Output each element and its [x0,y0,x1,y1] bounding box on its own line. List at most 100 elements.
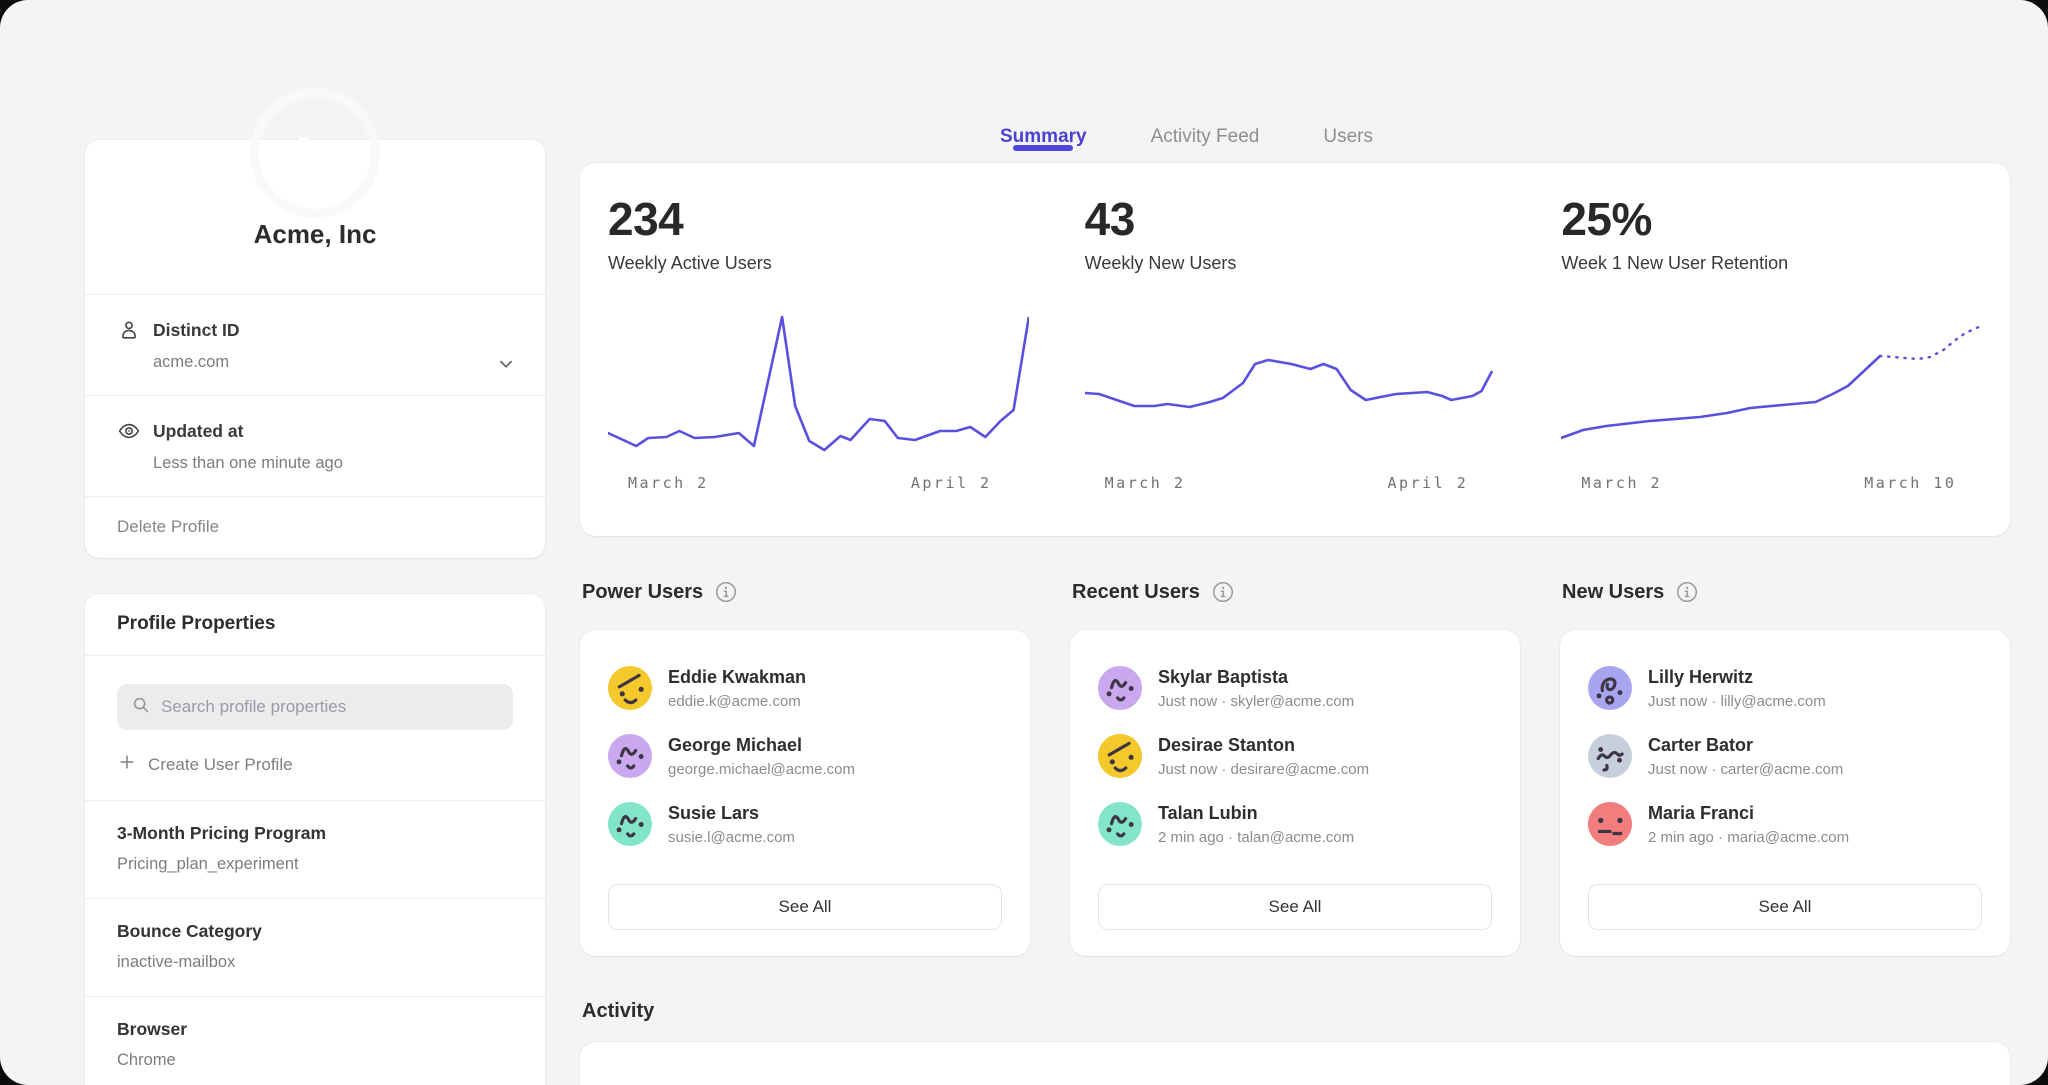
activity-stat-value: 240 [1057,1078,1534,1085]
user-name: Eddie Kwakman [668,667,806,688]
eye-icon [117,419,141,443]
user-name: Susie Lars [668,803,795,824]
user-row-carter-bator[interactable]: Carter BatorJust now · carter@acme.com [1588,730,1982,782]
create-user-profile-button[interactable]: Create User Profile [117,752,513,777]
stat-value: 43 [1085,195,1506,243]
user-name: Lilly Herwitz [1648,667,1826,688]
section-title: Recent Users [1072,581,1200,604]
active-tab-indicator [1013,145,1073,151]
sparkline-chart [1561,308,1982,458]
tab-users[interactable]: Users [1321,88,1375,163]
property-value: Chrome [117,1051,513,1070]
user-subtext: eddie.k@acme.com [668,693,806,710]
user-sections: Power Users Eddie Kwakman eddie.k@acme.com… [580,576,2010,956]
user-avatar [1588,666,1632,710]
user-row-talan-lubin[interactable]: Talan Lubin 2 min ago · talan@acme.com [1098,798,1492,850]
tab-label: Users [1323,126,1373,147]
main-content: SummaryActivity FeedUsers 234Weekly Acti… [580,88,2010,1085]
x-tick-end: April 2 [911,474,992,492]
company-avatar-initials: Ac [287,126,344,180]
user-name: George Michael [668,735,855,756]
property-name: Browser [117,1019,513,1040]
user-name: Desirae Stanton [1158,735,1369,756]
activity-card: 2342403.4k [580,1042,2010,1085]
user-row-susie-lars[interactable]: Susie Lars susie.l@acme.com [608,798,1002,850]
user-avatar [1098,734,1142,778]
property-value: inactive-mailbox [117,953,513,972]
user-row-skylar-baptista[interactable]: Skylar BaptistaJust now · skyler@acme.co… [1098,662,1492,714]
user-subtext: 2 min ago · talan@acme.com [1158,829,1354,846]
identity-label: Distinct ID [153,318,240,341]
user-subtext: george.michael@acme.com [668,761,855,778]
user-avatar [1588,734,1632,778]
see-all-button[interactable]: See All [1588,884,1982,930]
user-name: Maria Franci [1648,803,1849,824]
info-icon[interactable] [715,581,737,603]
user-list-card: Lilly Herwitz Just now · lilly@acme.com Ca… [1560,630,2010,956]
section-title: Power Users [582,581,703,604]
stat-value: 25% [1561,195,1982,243]
property-name: 3-Month Pricing Program [117,823,513,844]
sidebar: Ac Acme, Inc Distinct IDacme.comUpdated … [85,88,545,1085]
spark-chart-area: March 2April 2 [1085,308,1506,496]
chevron-down-icon[interactable] [495,353,517,375]
x-tick-start: March 2 [628,474,709,492]
user-avatar [1588,802,1632,846]
search-input[interactable] [161,697,500,717]
user-row-lilly-herwitz[interactable]: Lilly Herwitz Just now · lilly@acme.com [1588,662,1982,714]
activity-stat-value: 3.4k [1533,1078,2010,1085]
user-row-desirae-stanton[interactable]: Desirae StantonJust now · desirare@acme.… [1098,730,1492,782]
tab-activity-feed[interactable]: Activity Feed [1149,88,1262,163]
tab-summary[interactable]: Summary [998,88,1089,163]
user-subtext: Just now · lilly@acme.com [1648,693,1826,710]
section-title: New Users [1562,581,1664,604]
identity-label: Updated at [153,419,343,442]
profile-properties-list: 3-Month Pricing ProgramPricing_plan_expe… [85,800,545,1085]
identity-row-distinct-id: Distinct ID acme.com [85,295,545,396]
sparkline-chart [608,308,1029,458]
user-list-card: Skylar BaptistaJust now · skyler@acme.co… [1070,630,1520,956]
user-subtext: 2 min ago · maria@acme.com [1648,829,1849,846]
user-row-maria-franci[interactable]: Maria Franci 2 min ago · maria@acme.com [1588,798,1982,850]
user-avatar [608,666,652,710]
activity-title: Activity [582,1000,2010,1024]
user-subtext: susie.l@acme.com [668,829,795,846]
section-power-users: Power Users Eddie Kwakman eddie.k@acme.com… [580,576,1030,956]
user-subtext: Just now · carter@acme.com [1648,761,1843,778]
user-row-eddie-kwakman[interactable]: Eddie Kwakman eddie.k@acme.com [608,662,1002,714]
spark-chart-area: March 2March 10 [1561,308,1982,496]
user-name: Talan Lubin [1158,803,1354,824]
see-all-button[interactable]: See All [1098,884,1492,930]
stat-weekly-active-users: 234Weekly Active UsersMarch 2April 2 [580,195,1057,496]
property-row-browser: Browser Chrome [85,996,545,1085]
user-avatar [608,802,652,846]
stat-value: 234 [608,195,1029,243]
stat-weekly-new-users: 43Weekly New UsersMarch 2April 2 [1057,195,1534,496]
profile-dashboard-window: Ac Acme, Inc Distinct IDacme.comUpdated … [0,0,2048,1085]
x-tick-end: March 10 [1864,474,1956,492]
section-new-users: New Users Lilly Herwitz Just now · lilly@a… [1560,576,2010,956]
search-icon [130,694,152,721]
identity-value: acme.com [153,353,240,372]
property-row-bounce-category: Bounce Category inactive-mailbox [85,898,545,996]
plus-icon [117,752,137,777]
identity-row-updated-at: Updated at Less than one minute ago [85,396,545,497]
property-row-3-month-pricing-program: 3-Month Pricing ProgramPricing_plan_expe… [85,800,545,898]
person-icon [117,318,141,342]
user-avatar [608,734,652,778]
profile-properties-title: Profile Properties [85,594,545,656]
profile-properties-card: Profile Properties Create User Profile 3… [85,594,545,1085]
stat-label: Week 1 New User Retention [1561,253,1982,274]
create-user-profile-label: Create User Profile [148,755,293,775]
see-all-button[interactable]: See All [608,884,1002,930]
user-avatar [1098,666,1142,710]
identity-value: Less than one minute ago [153,454,343,473]
info-icon[interactable] [1212,581,1234,603]
user-row-george-michael[interactable]: George Michael george.michael@acme.com [608,730,1002,782]
property-name: Bounce Category [117,921,513,942]
tabs: Summary Activity Feed Users [580,88,2010,163]
spark-chart-area: March 2 April 2 [608,308,1029,496]
delete-profile-button[interactable]: Delete Profile [85,497,545,558]
sparkline-chart [1085,308,1506,458]
info-icon[interactable] [1676,581,1698,603]
